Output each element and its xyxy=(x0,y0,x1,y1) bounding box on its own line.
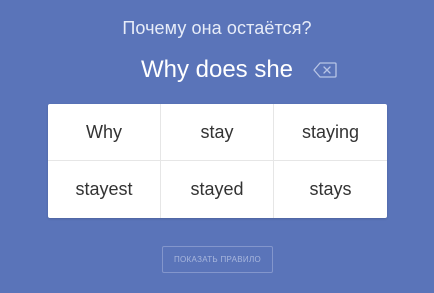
option-button[interactable]: Why xyxy=(48,104,161,161)
show-rule-button[interactable]: ПОКАЗАТЬ ПРАВИЛО xyxy=(162,246,273,273)
question-prompt: Почему она остаётся? xyxy=(122,18,312,38)
option-button[interactable]: stayest xyxy=(48,161,161,218)
answer-text: Why does she xyxy=(140,56,294,83)
backspace-icon[interactable] xyxy=(313,62,337,78)
option-button[interactable]: stays xyxy=(274,161,387,218)
option-button[interactable]: staying xyxy=(274,104,387,161)
options-grid: Why stay staying stayest stayed stays xyxy=(48,104,387,218)
answer-row: Why does she xyxy=(0,55,434,85)
option-button[interactable]: stayed xyxy=(161,161,274,218)
option-button[interactable]: stay xyxy=(161,104,274,161)
